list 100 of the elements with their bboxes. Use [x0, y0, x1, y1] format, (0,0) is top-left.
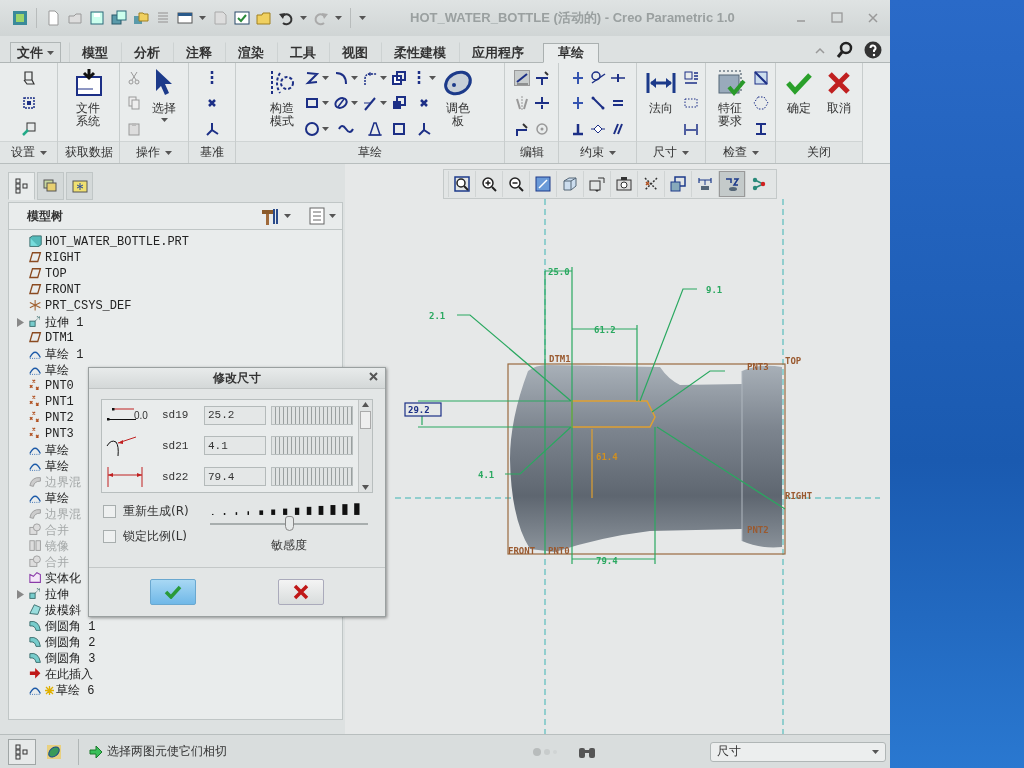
tree-item[interactable]: FRONT [45, 283, 81, 297]
tree-item[interactable]: 拉伸 [45, 585, 69, 603]
tree-item[interactable]: PNT2 [45, 411, 74, 425]
caret-icon[interactable] [429, 75, 436, 80]
tree-item[interactable]: TOP [45, 267, 67, 281]
caret-icon[interactable] [335, 16, 342, 20]
tree-item[interactable]: 拔模斜 [45, 601, 81, 619]
ribbon-tab[interactable]: 文件 [10, 42, 61, 62]
split-line-icon[interactable] [533, 95, 550, 112]
tree-item[interactable]: DTM1 [45, 331, 74, 345]
panel-tab[interactable] [8, 172, 35, 200]
thumbwheel[interactable] [271, 405, 353, 425]
ribbon-tab[interactable]: 应用程序 [459, 42, 537, 62]
tree-item[interactable]: 拉伸 1 [45, 313, 84, 331]
construction-mode-button[interactable]: 构造模式 [264, 65, 300, 142]
frame-icon[interactable] [20, 95, 37, 112]
dimension-button[interactable]: 法向 [643, 65, 679, 142]
t-junction-icon[interactable] [533, 69, 550, 86]
caret-icon[interactable] [300, 16, 307, 20]
ok-button[interactable]: 确定 [781, 65, 817, 142]
tree-item[interactable]: PNT0 [45, 379, 74, 393]
caret-icon[interactable] [351, 75, 358, 80]
tree-item[interactable]: 草绘 1 [45, 345, 84, 363]
save-icon[interactable] [89, 10, 105, 26]
dimension-value-field[interactable]: 4.1 [204, 436, 266, 456]
checkbox[interactable] [103, 505, 116, 518]
expand-arrow-icon[interactable] [16, 317, 24, 327]
square-icon[interactable] [391, 120, 407, 137]
checkbox-label[interactable]: 重新生成(R) [123, 503, 189, 520]
tree-item[interactable]: 草绘 [45, 441, 69, 459]
diagonal-line-icon[interactable] [589, 95, 606, 112]
tree-item[interactable]: 草绘 [45, 457, 69, 475]
arc-icon[interactable] [333, 69, 349, 86]
tree-item[interactable]: 倒圆角 2 [45, 633, 96, 651]
ribbon-tab[interactable]: 分析 [121, 42, 173, 62]
ribbon-tab[interactable]: 工具 [277, 42, 329, 62]
tree-item[interactable]: PNT1 [45, 395, 74, 409]
axes-icon[interactable] [204, 120, 220, 137]
ribbon-tab[interactable]: 注释 [173, 42, 225, 62]
caret-icon[interactable] [329, 214, 336, 218]
ribbon-tab[interactable]: 渲染 [225, 42, 277, 62]
checked-window-icon[interactable] [234, 10, 250, 26]
scrollbar[interactable] [358, 400, 372, 492]
feature-requirements-button[interactable]: 特征要求 [712, 65, 749, 142]
undo-icon[interactable] [278, 10, 294, 26]
cancel-button[interactable] [278, 579, 324, 605]
caret-icon[interactable] [322, 126, 329, 131]
caret-icon[interactable] [359, 16, 366, 20]
diagonal-square-icon[interactable] [752, 69, 769, 86]
select-button[interactable]: 选择 [146, 65, 182, 142]
trapezoid-icon[interactable] [366, 120, 383, 137]
status-toolbar-button[interactable] [8, 738, 36, 765]
tree-item[interactable]: 草绘 6 [56, 681, 95, 699]
search-icon[interactable] [836, 41, 854, 59]
ribbon-tab[interactable]: 模型 [69, 42, 121, 62]
tree-item[interactable]: 草绘 [45, 489, 69, 507]
tree-item[interactable]: RIGHT [45, 251, 81, 265]
caret-icon[interactable] [322, 75, 329, 80]
caret-icon[interactable] [751, 150, 759, 155]
tree-item[interactable]: 倒圆角 3 [45, 649, 96, 667]
fillet-icon[interactable] [362, 69, 378, 86]
dimension-value-field[interactable]: 79.4 [204, 467, 266, 487]
tangent-icon[interactable] [589, 69, 606, 86]
overlapping-squares-icon[interactable] [391, 69, 407, 86]
palette-button[interactable]: 调色板 [440, 65, 476, 142]
close-button[interactable] [368, 371, 379, 382]
corner-icon[interactable] [513, 120, 530, 137]
circle-icon[interactable] [304, 120, 320, 137]
ribbon-tab[interactable]: 柔性建模 [381, 42, 459, 62]
caret-icon[interactable] [682, 150, 689, 155]
help-icon[interactable] [864, 41, 882, 59]
cancel-button[interactable]: 取消 [821, 65, 857, 142]
file-system-button[interactable]: 文件系统 [70, 65, 107, 142]
dimension-label[interactable]: 29.2 [408, 405, 430, 415]
ellipse-icon[interactable] [333, 95, 349, 112]
slider-thumb[interactable] [284, 516, 294, 531]
thumbwheel[interactable] [271, 467, 353, 487]
ribbon-tab[interactable]: 草绘 [543, 43, 599, 63]
hammer-settings-icon[interactable] [260, 206, 280, 226]
tree-item[interactable]: PRT_CSYS_DEF [45, 299, 132, 313]
caret-icon[interactable] [284, 214, 291, 218]
caret-icon[interactable] [608, 150, 616, 155]
clipboard-icon[interactable] [126, 120, 142, 137]
sheet-arrow-icon[interactable] [20, 120, 37, 137]
tree-item[interactable]: 倒圆角 1 [45, 617, 96, 635]
caret-icon[interactable] [351, 101, 358, 106]
tree-item[interactable]: 实体化 [45, 569, 81, 587]
stacked-squares-icon[interactable] [391, 95, 407, 112]
caret-icon[interactable] [380, 75, 387, 80]
expand-arrow-icon[interactable] [16, 589, 24, 599]
folder-icon[interactable] [133, 10, 149, 26]
polyline-icon[interactable] [304, 69, 320, 86]
chamfer-icon[interactable] [362, 95, 378, 112]
caret-icon[interactable] [39, 150, 47, 155]
tree-item[interactable]: HOT_WATER_BOTTLE.PRT [45, 235, 190, 249]
panel-tab[interactable] [66, 172, 93, 200]
pen-icon[interactable] [513, 69, 530, 86]
app-logo-icon[interactable] [12, 10, 28, 26]
checkbox-label[interactable]: 锁定比例(L) [123, 528, 188, 545]
dotted-hexagon-icon[interactable] [752, 95, 769, 112]
